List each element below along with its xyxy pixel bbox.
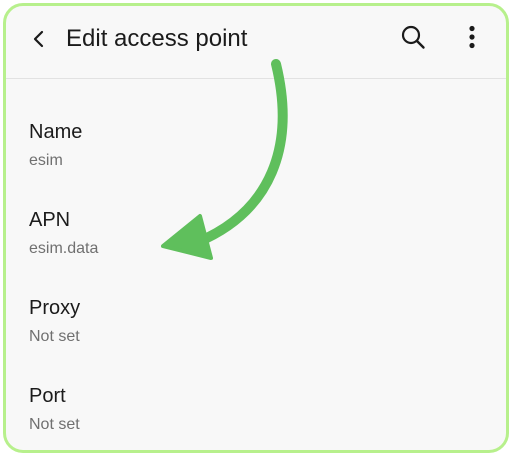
setting-label: APN (29, 209, 71, 231)
search-button[interactable] (396, 20, 430, 54)
page-title: Edit access point (66, 25, 248, 52)
more-vertical-icon (469, 25, 475, 49)
setting-label: Proxy (29, 297, 81, 319)
app-bar: Edit access point (6, 6, 506, 79)
setting-item-port[interactable]: Port Not set (6, 343, 506, 433)
phone-screen-frame: Edit access point Name esim APN esim.dat… (3, 3, 509, 453)
setting-label: Port (29, 385, 66, 407)
more-options-button[interactable] (458, 20, 486, 54)
setting-label: Name (29, 121, 83, 143)
setting-item-proxy[interactable]: Proxy Not set (6, 255, 506, 345)
setting-item-apn[interactable]: APN esim.data (6, 167, 506, 257)
setting-item-name[interactable]: Name esim (6, 79, 506, 169)
setting-value: Not set (29, 416, 80, 433)
chevron-left-icon (33, 30, 44, 48)
back-button[interactable] (22, 22, 56, 56)
search-icon (401, 25, 425, 49)
